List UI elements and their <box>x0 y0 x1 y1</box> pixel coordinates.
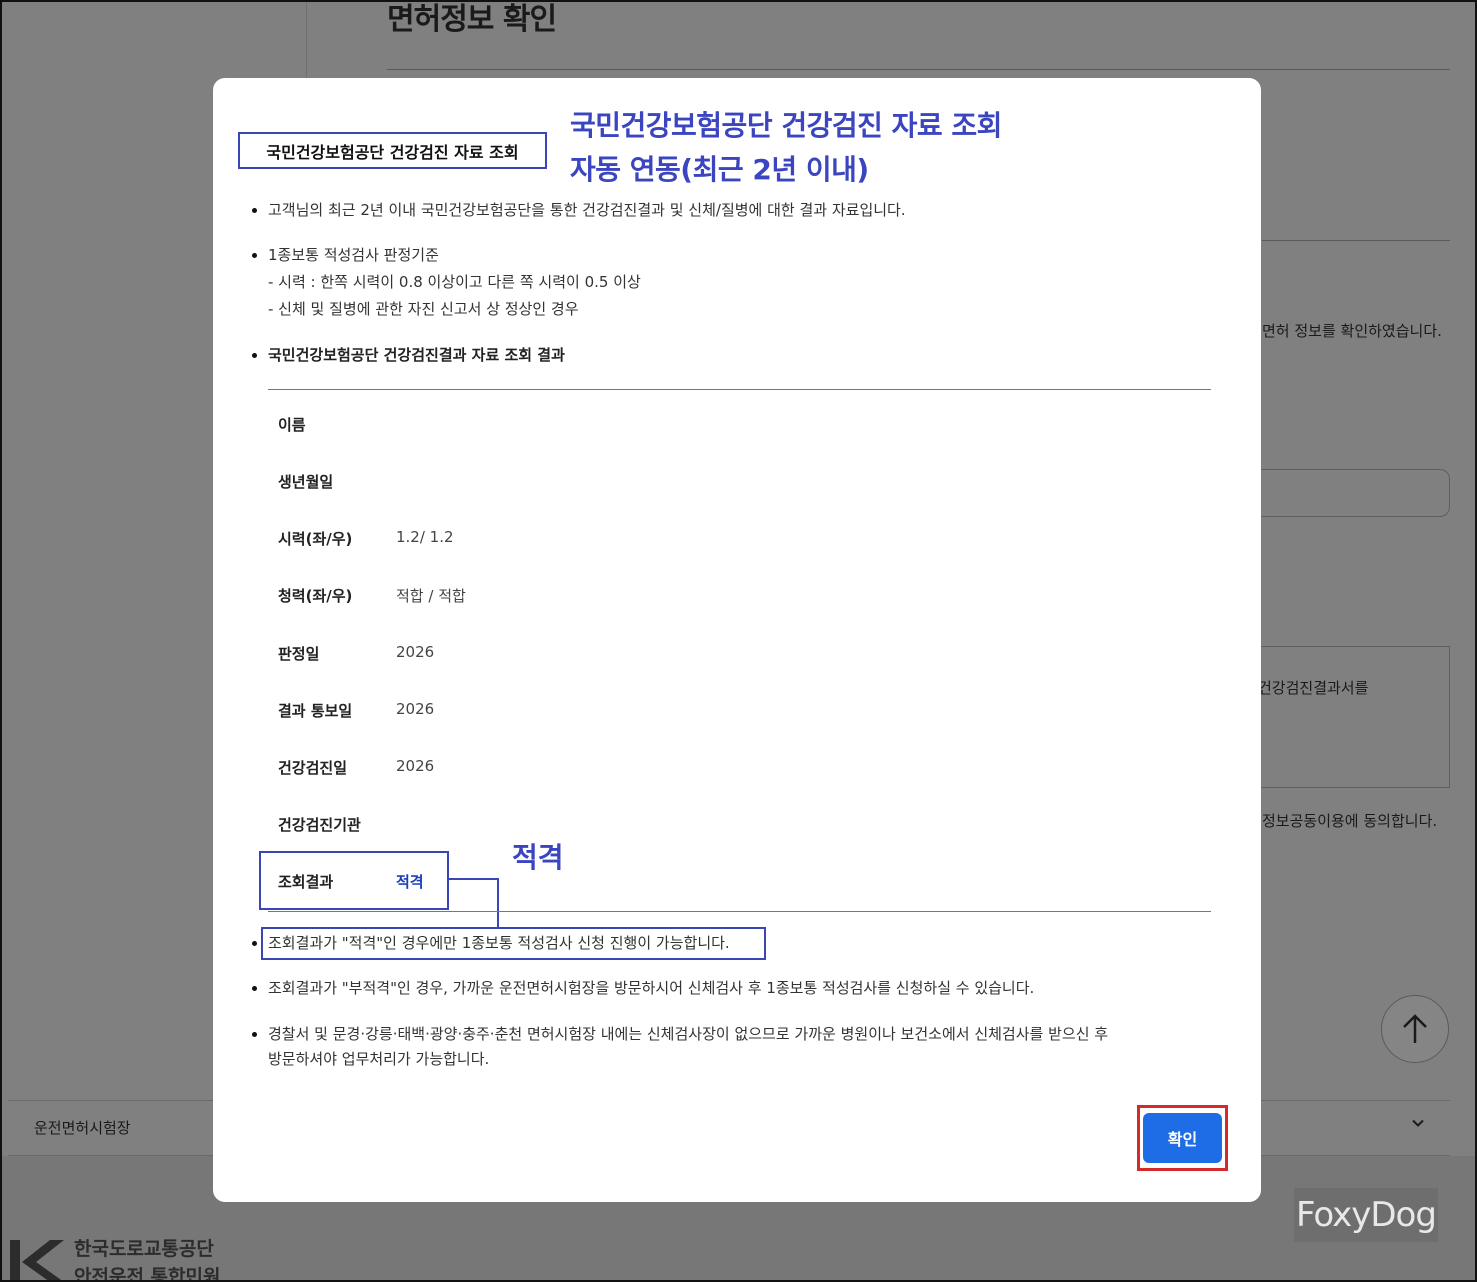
bullet-dot <box>252 1032 257 1037</box>
row-label-vision: 시력(좌/우) <box>278 530 353 548</box>
annotation-line-1: 국민건강보험공단 건강검진 자료 조회 <box>570 109 1002 142</box>
chevron-down-icon <box>1410 1115 1426 1136</box>
criteria-body: - 신체 및 질병에 관한 자진 신고서 상 정상인 경우 <box>268 300 579 318</box>
confirm-button[interactable]: 확인 <box>1143 1113 1222 1163</box>
note-ineligible: 조회결과가 "부적격"인 경우, 가까운 운전면허시험장을 방문하시어 신체검사… <box>268 979 1035 997</box>
logo-text-line2: 안전운전 통합민원 <box>74 1266 221 1282</box>
row-value-hearing: 적합 / 적합 <box>396 587 466 605</box>
row-value-vision: 1.2/ 1.2 <box>396 528 454 546</box>
row-label-hearing: 청력(좌/우) <box>278 587 353 605</box>
row-label-birth: 생년월일 <box>278 473 334 491</box>
criteria-vision: - 시력 : 한쪽 시력이 0.8 이상이고 다른 쪽 시력이 0.5 이상 <box>268 273 641 291</box>
title-divider <box>387 69 1450 70</box>
health-check-modal: 국민건강보험공단 건강검진 자료 조회 국민건강보험공단 건강검진 자료 조회 … <box>213 78 1261 1202</box>
test-center-select-label: 운전면허시험장 <box>34 1119 131 1137</box>
row-label-name: 이름 <box>278 416 306 434</box>
note-no-exam-line2: 방문하셔야 업무처리가 가능합니다. <box>268 1050 490 1068</box>
intro-text: 고객님의 최근 2년 이내 국민건강보험공단을 통한 건강검진결과 및 신체/질… <box>268 201 906 219</box>
health-result-box: 건강검진결과서를 <box>1240 646 1450 788</box>
result-highlight-box <box>259 851 449 910</box>
result-table-bottom-rule <box>268 911 1211 912</box>
watermark: FoxyDog <box>1294 1188 1438 1242</box>
bullet-dot <box>252 353 257 358</box>
row-label-judgment-date: 판정일 <box>278 645 320 663</box>
page-title: 면허정보 확인 <box>387 2 557 37</box>
consent-text: 정보공동이용에 동의합니다. <box>1262 812 1438 830</box>
bullet-dot <box>252 986 257 991</box>
arrow-up-icon <box>1403 1014 1427 1043</box>
row-value-notify-date: 2026 <box>396 700 435 718</box>
modal-heading: 국민건강보험공단 건강검진 자료 조회 <box>266 142 519 162</box>
result-section-title: 국민건강보험공단 건강검진결과 자료 조회 결과 <box>268 346 565 364</box>
bullet-dot <box>252 208 257 213</box>
criteria-title: 1종보통 적성검사 판정기준 <box>268 246 439 264</box>
annotation-line-2: 자동 연동(최근 2년 이내) <box>570 153 869 186</box>
logo-icon <box>10 1240 64 1282</box>
bullet-dot <box>252 253 257 258</box>
annotation-connector <box>449 878 499 880</box>
row-value-checkup-date: 2026 <box>396 757 435 775</box>
annotation-result: 적격 <box>512 841 564 874</box>
result-table-top-rule <box>268 389 1211 390</box>
logo-text-line1: 한국도로교통공단 <box>74 1238 214 1260</box>
annotation-connector <box>497 878 499 927</box>
row-value-judgment-date: 2026 <box>396 643 435 661</box>
scroll-top-button[interactable] <box>1381 995 1449 1063</box>
row-label-institution: 건강검진기관 <box>278 816 361 834</box>
modal-heading-highlight: 국민건강보험공단 건강검진 자료 조회 <box>238 132 547 169</box>
license-confirm-text: 면허 정보를 확인하였습니다. <box>1262 322 1442 340</box>
note-eligible: 조회결과가 "적격"인 경우에만 1종보통 적성검사 신청 진행이 가능합니다. <box>268 934 730 952</box>
background-input[interactable] <box>1240 469 1450 517</box>
annotation-callout: 국민건강보험공단 건강검진 자료 조회 자동 연동(최근 2년 이내) <box>570 104 1002 192</box>
row-label-notify-date: 결과 통보일 <box>278 702 353 720</box>
health-result-text: 건강검진결과서를 <box>1258 679 1369 697</box>
note-no-exam-line1: 경찰서 및 문경·강릉·태백·광양·충주·춘천 면허시험장 내에는 신체검사장이… <box>268 1025 1109 1043</box>
row-label-checkup-date: 건강검진일 <box>278 759 348 777</box>
section-divider <box>1262 240 1450 241</box>
bullet-dot <box>252 941 257 946</box>
